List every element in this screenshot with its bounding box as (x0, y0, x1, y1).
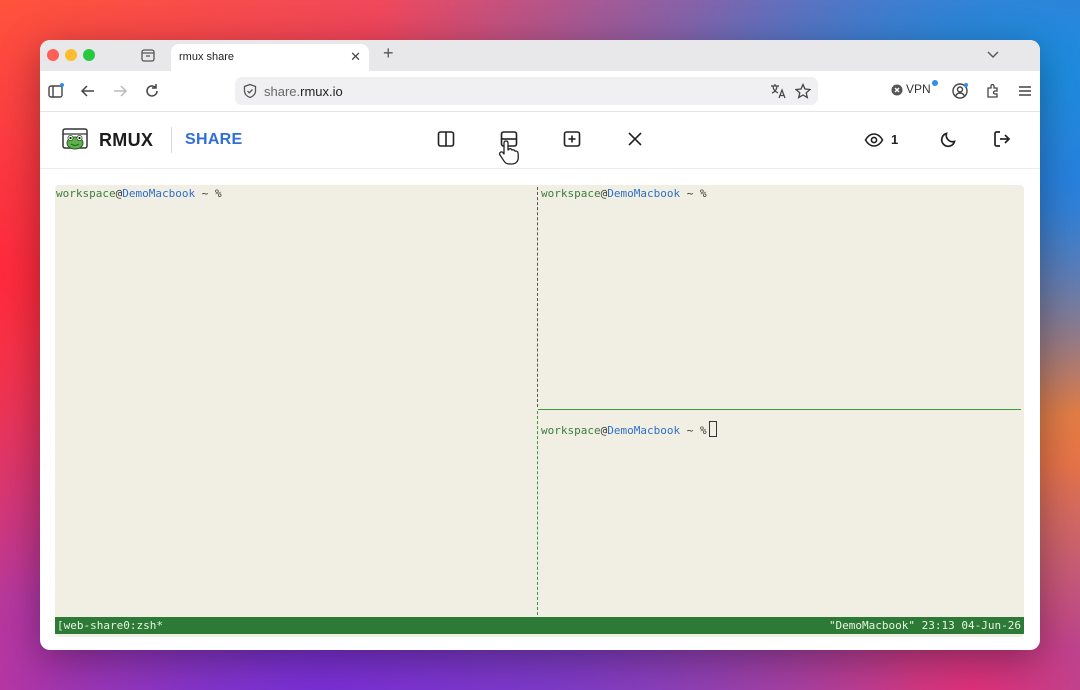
close-window-button[interactable] (47, 49, 59, 61)
tab-title: rmux share (179, 51, 235, 63)
translate-icon[interactable] (770, 83, 787, 99)
pane-divider-vertical-top[interactable] (537, 187, 538, 407)
address-bar[interactable]: share.rmux.io (235, 77, 818, 105)
status-right: "DemoMacbook" 23:13 04-Jun-26 (828, 619, 1021, 632)
pointer-hand-icon (498, 140, 519, 165)
frog-logo-icon (62, 128, 88, 150)
share-label: SHARE (185, 131, 243, 148)
vpn-status-icon (891, 84, 903, 96)
shield-icon (243, 83, 257, 99)
pane-top-right-prompt: workspace@DemoMacbook ~ % (541, 187, 707, 200)
pane-left-prompt: workspace@DemoMacbook ~ % (56, 187, 222, 200)
minimize-window-button[interactable] (65, 49, 77, 61)
new-tab-button[interactable]: + (383, 43, 394, 64)
pane-divider-vertical-bottom[interactable] (537, 411, 538, 615)
reload-icon[interactable] (143, 82, 161, 100)
pane-divider-horizontal[interactable] (538, 409, 1021, 410)
vpn-dot-icon (932, 80, 938, 86)
tab-close-button[interactable]: ✕ (350, 49, 361, 65)
tab-overview-icon[interactable] (140, 47, 156, 63)
pane-bottom-right-prompt: workspace@DemoMacbook ~ % (541, 421, 717, 437)
status-left: [web-share0:zsh* (57, 619, 163, 632)
app-header: RMUX SHARE 1 (40, 112, 1040, 169)
terminal-area[interactable]: workspace@DemoMacbook ~ % workspace@Demo… (55, 185, 1024, 637)
tab-bar: rmux share ✕ + (40, 40, 1040, 71)
back-arrow-icon[interactable] (79, 82, 97, 100)
menu-icon[interactable] (1016, 82, 1034, 100)
forward-arrow-icon[interactable] (111, 82, 129, 100)
moon-icon[interactable] (939, 129, 959, 149)
new-window-icon[interactable] (562, 129, 582, 149)
eye-icon (864, 133, 884, 147)
split-vertical-icon[interactable] (436, 129, 456, 149)
vpn-button[interactable]: VPN (906, 82, 931, 96)
extensions-icon[interactable] (984, 82, 1002, 100)
brand-name: RMUX (99, 130, 154, 150)
chevron-down-icon[interactable] (986, 47, 1000, 61)
brand-divider (171, 127, 172, 153)
active-tab[interactable]: rmux share ✕ (171, 44, 369, 71)
url-text: share.rmux.io (264, 84, 343, 99)
logout-icon[interactable] (992, 129, 1012, 149)
sidebar-icon[interactable] (47, 82, 65, 100)
address-toolbar: share.rmux.io VPN (40, 71, 1040, 112)
star-icon[interactable] (795, 83, 811, 99)
browser-window: rmux share ✕ + share.rmux.io VPN RMUX SH… (40, 40, 1040, 650)
zoom-window-button[interactable] (83, 49, 95, 61)
profile-icon[interactable] (951, 82, 969, 100)
tmux-status-bar: [web-share0:zsh* "DemoMacbook" 23:13 04-… (55, 617, 1024, 634)
close-pane-icon[interactable] (625, 129, 645, 149)
terminal-cursor (708, 421, 717, 437)
viewer-count: 1 (891, 132, 899, 147)
